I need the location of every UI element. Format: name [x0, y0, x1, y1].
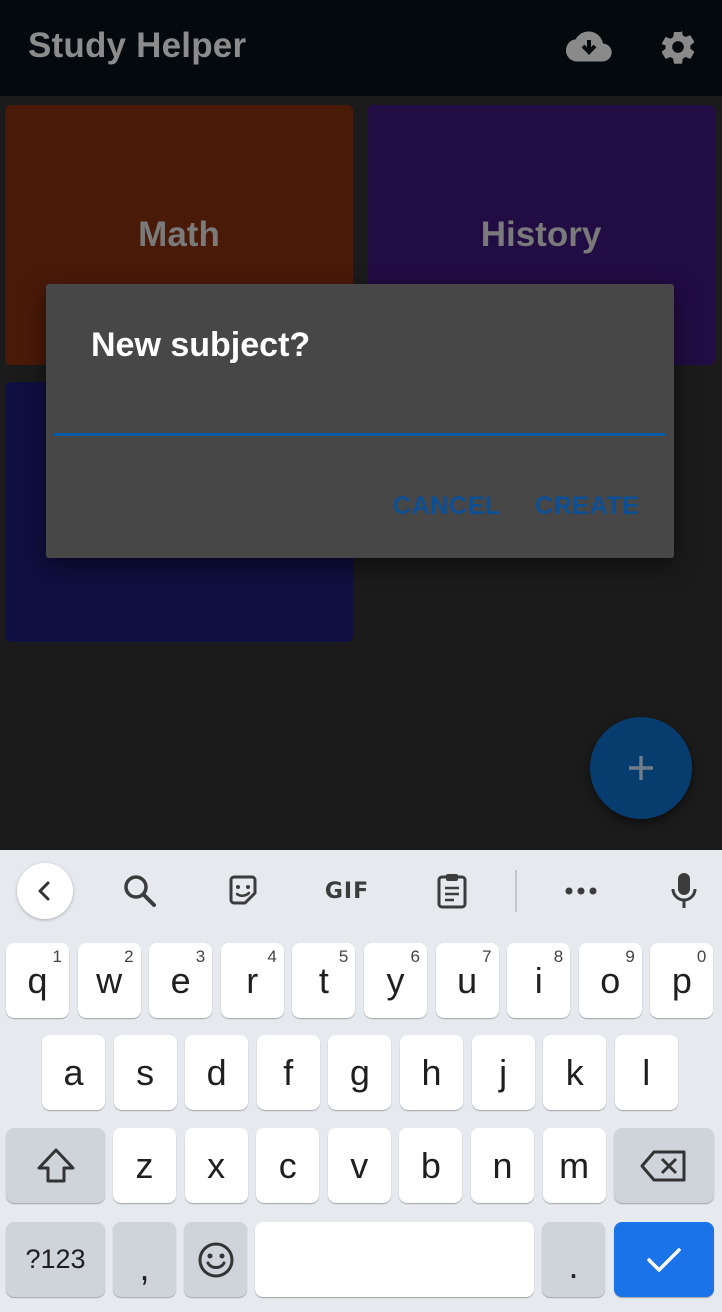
subject-card-label: History [480, 215, 602, 254]
key-letter: w [96, 959, 123, 1001]
emoji-key[interactable] [184, 1222, 247, 1297]
key-number-hint: 4 [267, 947, 277, 966]
sticker-icon[interactable] [215, 863, 271, 919]
soft-keyboard: GIF q1w2e3r4t5y6u7 i 8 o 9 p 0 a s d f g… [0, 850, 722, 1312]
key-h[interactable]: h [400, 1035, 463, 1110]
dialog-title: New subject? [91, 326, 311, 364]
backspace-icon [640, 1150, 686, 1181]
key-letter: q [27, 959, 48, 1001]
cancel-button[interactable]: CANCEL [393, 492, 501, 521]
key-u[interactable]: u7 [435, 943, 499, 1018]
microphone-icon[interactable] [656, 863, 712, 919]
key-v[interactable]: v [327, 1128, 391, 1203]
search-icon[interactable] [112, 863, 168, 919]
subject-name-input[interactable] [54, 380, 666, 436]
key-number-hint: 7 [482, 947, 492, 966]
app-bar: Study Helper [0, 0, 722, 96]
shift-icon [37, 1148, 74, 1182]
checkmark-icon [647, 1247, 681, 1272]
key-t[interactable]: t5 [292, 943, 356, 1018]
key-letter: o [600, 959, 621, 1001]
shift-key[interactable] [6, 1128, 105, 1203]
key-letter: t [318, 959, 329, 1001]
clipboard-icon[interactable] [424, 863, 480, 919]
toolbar-divider [515, 870, 517, 912]
key-x[interactable]: x [184, 1128, 248, 1203]
add-subject-button[interactable] [590, 717, 692, 819]
key-letter: u [457, 959, 478, 1001]
key-d[interactable]: d [185, 1035, 249, 1110]
back-chevron-icon[interactable] [17, 863, 73, 919]
key-w[interactable]: w2 [77, 943, 141, 1018]
key-f[interactable]: f [256, 1035, 320, 1110]
enter-key[interactable] [614, 1222, 714, 1297]
app-title: Study Helper [28, 26, 247, 65]
key-c[interactable]: c [256, 1128, 320, 1203]
key-n[interactable]: n [471, 1128, 534, 1203]
key-j[interactable]: j [471, 1035, 535, 1110]
app-screen: Study Helper Math History New subject? C [0, 0, 722, 1312]
period-key[interactable]: . [542, 1222, 605, 1297]
emoji-icon [198, 1242, 233, 1277]
key-l[interactable]: l [614, 1035, 678, 1110]
key-z[interactable]: z [113, 1128, 176, 1203]
key-p[interactable]: p0 [650, 943, 714, 1018]
backspace-key[interactable] [614, 1128, 714, 1203]
key-number-hint: 9 [625, 947, 635, 966]
key-number-hint: 1 [52, 947, 62, 966]
key-letter: e [170, 959, 191, 1001]
symbols-key[interactable]: ?123 [6, 1222, 105, 1297]
key-number-hint: 8 [553, 947, 564, 966]
key-o[interactable]: o9 [578, 943, 642, 1018]
new-subject-dialog: New subject? CANCEL CREATE [46, 284, 674, 558]
key-number-hint: 3 [195, 947, 206, 966]
key-m[interactable]: m [542, 1128, 606, 1203]
space-key[interactable] [255, 1222, 534, 1297]
gif-button[interactable]: GIF [318, 863, 376, 919]
cloud-download-icon[interactable] [564, 22, 614, 72]
create-button[interactable]: CREATE [535, 492, 640, 521]
more-dots-icon[interactable] [553, 863, 609, 919]
key-letter: p [671, 959, 692, 1001]
key-letter: y [386, 959, 405, 1001]
key-k[interactable]: k [543, 1035, 607, 1110]
key-a[interactable]: a [42, 1035, 105, 1110]
key-number-hint: 6 [410, 947, 420, 966]
key-number-hint: 2 [124, 947, 134, 966]
plus-icon [629, 756, 653, 780]
key-r[interactable]: r4 [220, 943, 284, 1018]
key-number-hint: 0 [696, 947, 707, 966]
key-g[interactable]: g [328, 1035, 392, 1110]
key-i[interactable]: i8 [507, 943, 571, 1018]
key-number-hint: 5 [338, 947, 349, 966]
key-b[interactable]: b [399, 1128, 463, 1203]
key-s[interactable]: s [113, 1035, 177, 1110]
key-e[interactable]: e3 [149, 943, 213, 1018]
key-letter: r [246, 959, 259, 1001]
key-y[interactable]: y6 [364, 943, 427, 1018]
key-letter: i [534, 959, 543, 1001]
subject-card-label: Math [138, 215, 220, 254]
comma-key[interactable]: , [113, 1222, 176, 1297]
key-q[interactable]: q1 [6, 943, 69, 1018]
keyboard-toolbar: GIF [0, 850, 722, 932]
gif-label: GIF [324, 878, 370, 904]
settings-gear-icon[interactable] [653, 22, 703, 72]
